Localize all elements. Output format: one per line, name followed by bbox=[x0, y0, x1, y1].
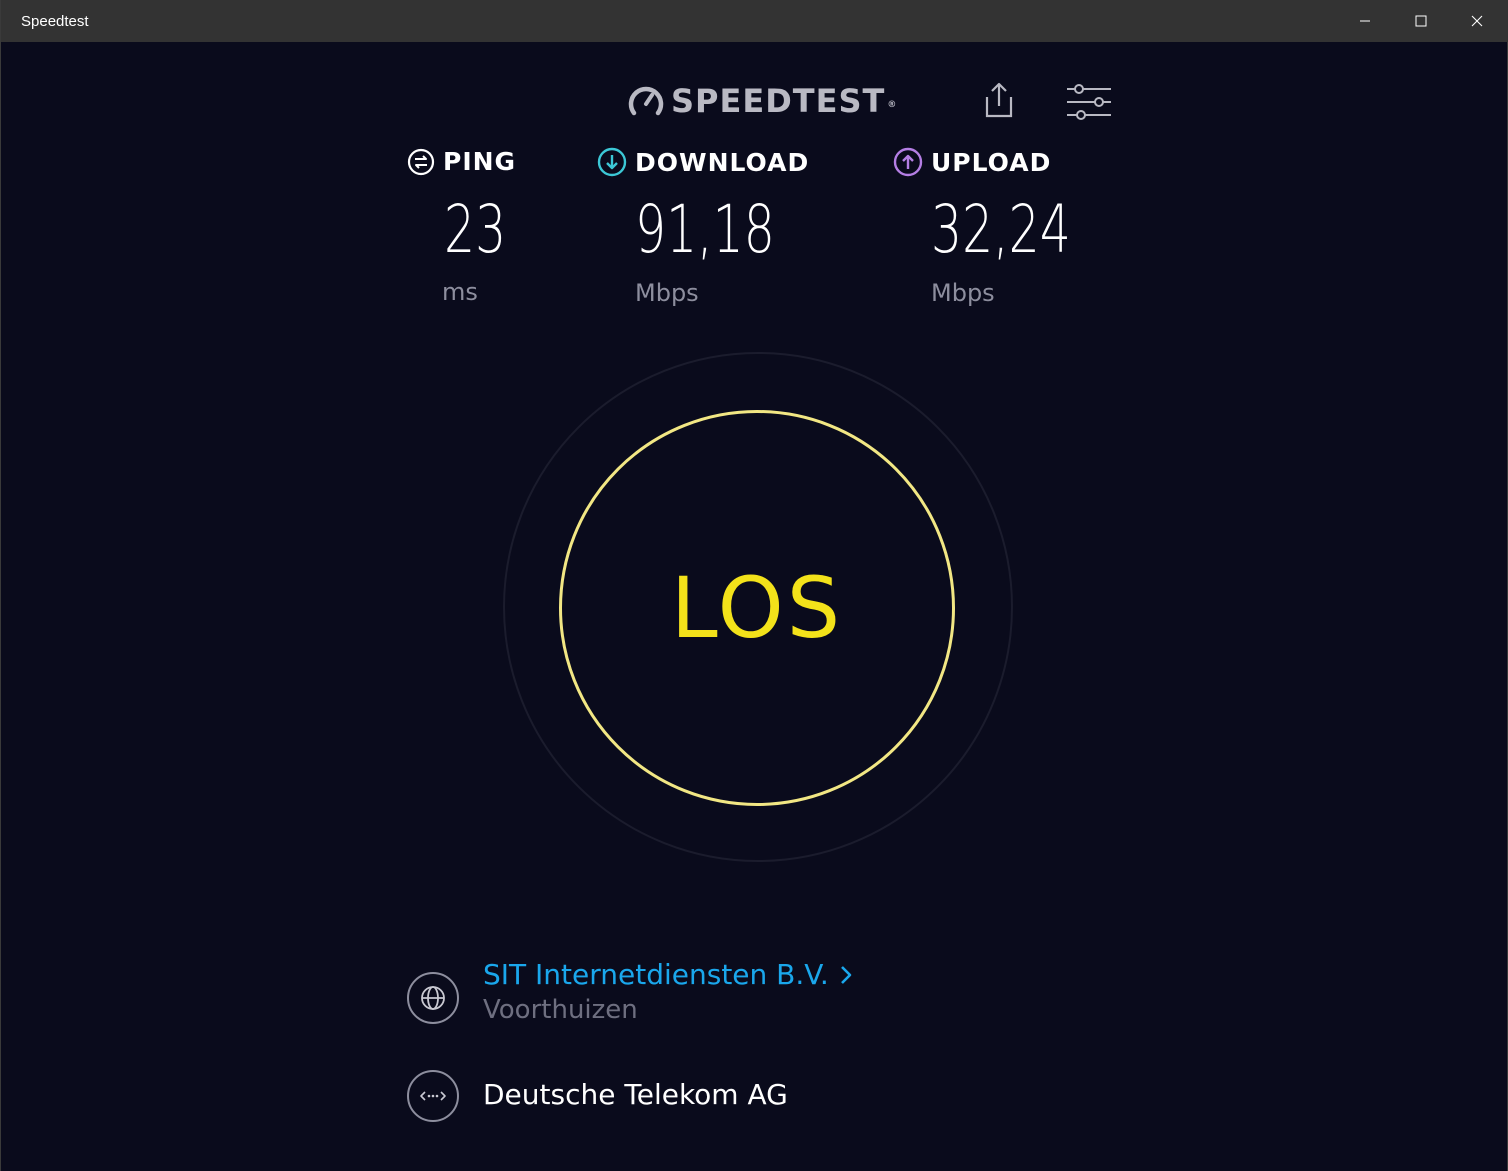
server-name-link[interactable]: SIT Internetdiensten B.V. bbox=[483, 958, 853, 991]
isp-row: Deutsche Telekom AG bbox=[407, 1070, 788, 1122]
upload-label: UPLOAD bbox=[931, 147, 1052, 177]
logo-text: SPEEDTEST bbox=[671, 82, 886, 120]
close-icon bbox=[1471, 15, 1483, 27]
connection-icon bbox=[420, 1091, 446, 1101]
server-location: Voorthuizen bbox=[483, 995, 638, 1025]
download-value: 91,18 bbox=[635, 191, 775, 268]
app-window: Speedtest SPEEDTEST ® PING 23 ms DOWNLOA… bbox=[0, 0, 1508, 1171]
speedtest-logo: SPEEDTEST ® bbox=[627, 82, 897, 120]
upload-value: 32,24 bbox=[931, 191, 1071, 268]
ping-metric: PING 23 ms bbox=[407, 147, 516, 306]
globe-icon-circle bbox=[407, 972, 459, 1024]
ping-value: 23 bbox=[444, 191, 507, 268]
connection-icon-circle bbox=[407, 1070, 459, 1122]
ping-label: PING bbox=[443, 147, 517, 176]
maximize-button[interactable] bbox=[1393, 0, 1449, 42]
ping-unit: ms bbox=[442, 278, 478, 306]
chevron-right-icon bbox=[840, 965, 852, 984]
download-metric: DOWNLOAD 91,18 Mbps bbox=[597, 147, 809, 307]
globe-icon bbox=[421, 986, 445, 1010]
isp-text: Deutsche Telekom AG bbox=[483, 1070, 788, 1111]
settings-button[interactable] bbox=[1063, 80, 1115, 124]
minimize-icon bbox=[1360, 20, 1370, 22]
close-button[interactable] bbox=[1449, 0, 1505, 42]
download-arrow-icon bbox=[597, 147, 627, 177]
ping-icon bbox=[407, 148, 435, 175]
share-icon bbox=[985, 82, 1013, 118]
download-label: DOWNLOAD bbox=[635, 147, 810, 177]
title-bar: Speedtest bbox=[1, 0, 1508, 42]
server-row[interactable]: SIT Internetdiensten B.V. Voorthuizen bbox=[407, 958, 853, 1025]
app-content: SPEEDTEST ® PING 23 ms DOWNLOAD 91,18 Mb… bbox=[7, 42, 1503, 1171]
upload-unit: Mbps bbox=[931, 279, 995, 307]
maximize-icon bbox=[1415, 15, 1427, 27]
download-header: DOWNLOAD bbox=[597, 147, 809, 177]
server-text: SIT Internetdiensten B.V. Voorthuizen bbox=[483, 958, 853, 1025]
download-unit: Mbps bbox=[635, 279, 699, 307]
go-button[interactable]: LOS bbox=[559, 410, 955, 806]
server-name: SIT Internetdiensten B.V. bbox=[483, 958, 829, 991]
window-title: Speedtest bbox=[21, 13, 89, 30]
go-button-label: LOS bbox=[670, 559, 844, 657]
upload-arrow-icon bbox=[893, 147, 923, 177]
share-button[interactable] bbox=[977, 76, 1021, 124]
gauge-logo-icon bbox=[628, 86, 664, 116]
minimize-button[interactable] bbox=[1337, 0, 1393, 42]
isp-name: Deutsche Telekom AG bbox=[483, 1078, 788, 1111]
upload-metric: UPLOAD 32,24 Mbps bbox=[893, 147, 1071, 307]
settings-sliders-icon bbox=[1067, 84, 1111, 120]
ping-header: PING bbox=[407, 147, 516, 176]
upload-header: UPLOAD bbox=[893, 147, 1051, 177]
logo-trademark: ® bbox=[887, 100, 898, 110]
